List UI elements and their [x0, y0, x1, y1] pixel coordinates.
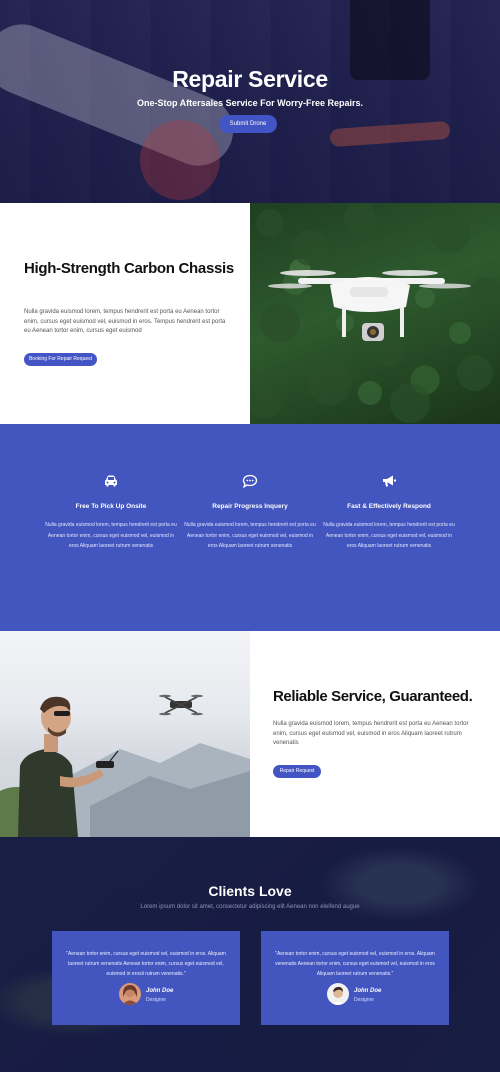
drone-motor-photo: [140, 120, 220, 200]
hero-title: Repair Service: [172, 66, 328, 92]
reliable-title: Reliable Service, Guaranteed.: [273, 688, 473, 705]
testimonial-quote: "Aenean tortor enim, cursus eget euismod…: [66, 951, 226, 977]
megaphone-icon: [383, 475, 396, 487]
testimonial-card: "Aenean tortor enim, cursus eget euismod…: [52, 931, 240, 1025]
avatar: [119, 983, 141, 1005]
pilot-illustration: [0, 694, 250, 837]
car-icon: [105, 475, 117, 487]
chassis-section: High-Strength Carbon Chassis Nulla gravi…: [0, 203, 250, 424]
feature-title: Free To Pick Up Onsite: [75, 503, 147, 510]
features-section: Free To Pick Up Onsite Nulla gravida eui…: [0, 424, 500, 631]
testimonial-name: John Doe: [146, 988, 174, 994]
testimonial-quote: "Aenean tortor enim, cursus eget euismod…: [275, 951, 435, 977]
submit-drone-button[interactable]: Submit Drone: [219, 115, 277, 133]
chassis-body: Nulla gravida euismod lorem, tempus hend…: [24, 309, 226, 334]
avatar: [327, 983, 349, 1005]
hero-section: Repair Service One-Stop Aftersales Servi…: [0, 0, 500, 203]
repair-request-button[interactable]: Repair Request: [273, 765, 321, 778]
testimonial-card: "Aenean tortor enim, cursus eget euismod…: [261, 931, 449, 1025]
clients-title: Clients Love: [208, 883, 292, 899]
drone-over-forest-image: [250, 203, 500, 424]
hero-subtitle: One-Stop Aftersales Service For Worry-Fr…: [136, 98, 364, 108]
feature-body: Nulla gravida euismod lorem, tempus hend…: [45, 522, 177, 549]
reliable-body: Nulla gravida euismod lorem, tempus hend…: [273, 721, 469, 746]
clients-subtitle: Lorem ipsum dolor sit amet, consectetur …: [140, 904, 360, 910]
chat-icon: [242, 474, 258, 488]
booking-repair-button[interactable]: Booking For Repair Request: [24, 353, 97, 366]
feature-title: Fast & Effectively Respond: [347, 503, 431, 510]
reliable-section: Reliable Service, Guaranteed. Nulla grav…: [250, 631, 500, 837]
feature-body: Nulla gravida euismod lorem, tempus hend…: [323, 522, 455, 549]
drone-illustration: [250, 203, 500, 423]
feature-title: Repair Progress Inquery: [212, 503, 288, 510]
testimonial-name: John Doe: [354, 988, 382, 994]
man-flying-drone-image: [0, 631, 250, 837]
chassis-title: High-Strength Carbon Chassis: [24, 260, 234, 277]
feature-body: Nulla gravida euismod lorem, tempus hend…: [184, 522, 316, 549]
tool-photo: [329, 120, 451, 148]
clients-section: Clients Love Lorem ipsum dolor sit amet,…: [0, 837, 500, 1072]
testimonial-role: Designer: [146, 997, 167, 1003]
testimonial-role: Designer: [354, 997, 375, 1003]
